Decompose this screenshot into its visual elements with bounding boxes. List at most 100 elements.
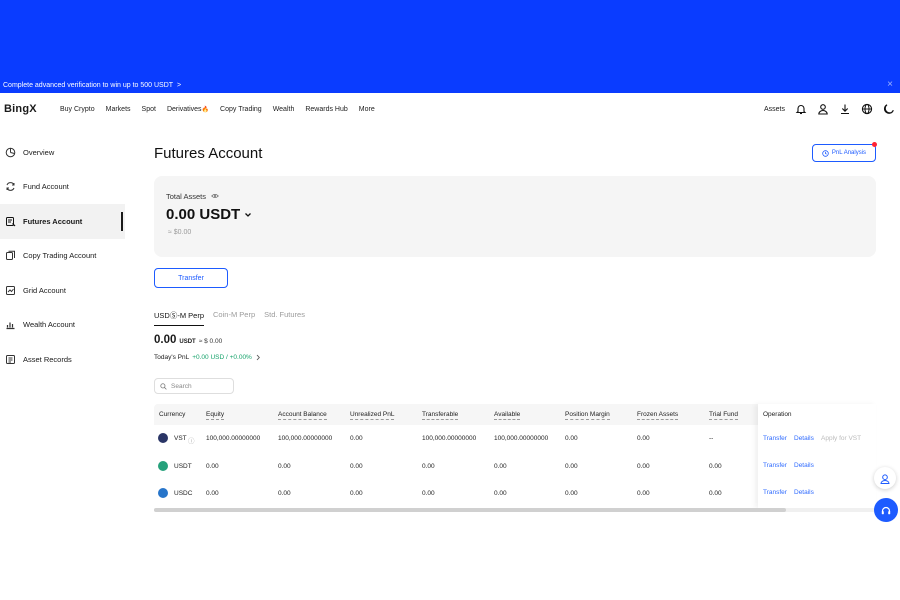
chart-icon — [5, 319, 16, 330]
currency-name: USDT — [174, 462, 192, 470]
currency-name: VST — [174, 435, 187, 442]
nav-rewards-hub[interactable]: Rewards Hub — [305, 106, 347, 113]
market-tabs: USDⓈ-M Perp Coin-M Perp Std. Futures — [154, 310, 305, 326]
sidebar-item-fund-account[interactable]: Fund Account — [0, 170, 125, 205]
fire-icon: 🔥 — [201, 106, 210, 113]
banner-close-icon[interactable]: × — [887, 79, 893, 90]
col-trial-fund: Trial Fund — [709, 411, 739, 420]
globe-icon[interactable] — [861, 103, 873, 115]
sidebar-item-futures-account[interactable]: Futures Account — [0, 204, 125, 239]
usdc-details-link[interactable]: Details — [794, 489, 814, 496]
top-navigation: BingX Buy Crypto Markets Spot Derivative… — [0, 93, 900, 125]
nav-derivatives-label[interactable]: Derivatives — [167, 106, 202, 113]
nav-spot[interactable]: Spot — [142, 106, 156, 113]
todays-pnl-value: +0.00 USD / +0.00% — [192, 354, 252, 361]
scrollbar-thumb[interactable] — [154, 508, 786, 512]
headset-icon — [880, 504, 892, 516]
banner-text[interactable]: Complete advanced verification to win up… — [3, 82, 173, 89]
nav-markets[interactable]: Markets — [106, 106, 131, 113]
bell-icon[interactable] — [795, 103, 807, 115]
usdt-details-link[interactable]: Details — [794, 462, 814, 469]
sidebar-item-asset-records[interactable]: Asset Records — [0, 342, 125, 377]
total-assets-amount: 0.00 — [166, 206, 196, 223]
tab-usds-m-perp[interactable]: USDⓈ-M Perp — [154, 310, 205, 326]
trial-fund-value: 0.00 — [709, 462, 722, 470]
currency-table: Currency Equity Account Balance Unrealiz… — [154, 404, 876, 512]
copy-icon — [5, 250, 16, 261]
equity-value: 0.00 — [206, 462, 219, 470]
verification-banner[interactable]: Complete advanced verification to win up… — [0, 77, 900, 93]
search-input[interactable]: Search — [154, 378, 234, 394]
info-icon[interactable]: ⓘ — [188, 435, 195, 445]
frozen-assets-value: 0.00 — [637, 462, 650, 470]
transfer-button[interactable]: Transfer — [154, 268, 228, 288]
clock-icon — [822, 149, 829, 157]
refresh-icon — [5, 181, 16, 192]
chevron-down-icon[interactable] — [244, 206, 252, 217]
futures-account-page: Complete advanced verification to win up… — [0, 0, 900, 600]
nav-derivatives[interactable]: Derivatives🔥 — [167, 106, 209, 113]
total-assets-card: Total Assets 0.00 USDT ≈ $0.00 — [154, 176, 876, 257]
account-balance-value: 100,000.00000000 — [278, 435, 333, 442]
pnl-analysis-button[interactable]: PnL Analysis — [812, 142, 877, 162]
available-value: 0.00 — [494, 490, 507, 497]
nav-buy-crypto[interactable]: Buy Crypto — [60, 106, 95, 113]
unrealized-pnl-value: 0.00 — [350, 490, 363, 497]
perp-balance: 0.00 USDT ≈ $ 0.00 — [154, 334, 222, 346]
position-margin-value: 0.00 — [565, 490, 578, 497]
vst-transfer-link[interactable]: Transfer — [763, 435, 787, 442]
usdt-transfer-link[interactable]: Transfer — [763, 462, 787, 469]
nav-wealth[interactable]: Wealth — [273, 106, 295, 113]
horizontal-scrollbar[interactable] — [154, 508, 876, 512]
total-assets-label-text: Total Assets — [166, 192, 207, 201]
customer-service-button[interactable] — [874, 498, 898, 522]
unrealized-pnl-value: 0.00 — [350, 435, 363, 442]
bingx-logo[interactable]: BingX — [4, 103, 54, 115]
frozen-assets-value: 0.00 — [637, 435, 650, 442]
col-currency: Currency — [159, 411, 186, 418]
tab-std-futures[interactable]: Std. Futures — [264, 310, 305, 326]
sidebar-item-copy-trading-account[interactable]: Copy Trading Account — [0, 239, 125, 274]
support-agent-button[interactable] — [874, 467, 896, 489]
nav-links: Buy Crypto Markets Spot Derivatives🔥 Cop… — [60, 106, 375, 113]
sidebar-item-grid-account[interactable]: Grid Account — [0, 273, 125, 308]
user-icon[interactable] — [817, 103, 829, 115]
sidebar-item-label: Wealth Account — [23, 320, 75, 330]
frozen-assets-value: 0.00 — [637, 490, 650, 497]
todays-pnl[interactable]: Today's PnL +0.00 USD / +0.00% — [154, 354, 261, 361]
equity-value: 0.00 — [206, 490, 219, 497]
eye-icon[interactable] — [211, 192, 220, 198]
usdc-coin-icon — [158, 488, 168, 498]
col-transferable: Transferable — [422, 411, 459, 420]
sidebar-item-overview[interactable]: Overview — [0, 135, 125, 170]
vst-details-link[interactable]: Details — [794, 435, 814, 442]
available-value: 0.00 — [494, 462, 507, 470]
pie-icon — [5, 147, 16, 158]
nav-copy-trading[interactable]: Copy Trading — [220, 106, 262, 113]
col-account-balance: Account Balance — [278, 411, 327, 420]
pnl-analysis-label: PnL Analysis — [831, 150, 867, 156]
transferable-value: 100,000.00000000 — [422, 435, 477, 442]
moon-icon[interactable] — [883, 103, 895, 115]
tab-coin-m-perp[interactable]: Coin-M Perp — [213, 310, 255, 326]
page-title: Futures Account — [154, 145, 263, 162]
total-assets-unit[interactable]: USDT — [199, 206, 240, 223]
account-balance-value: 0.00 — [278, 462, 291, 470]
perp-balance-unit: USDT — [179, 339, 196, 345]
sidebar-item-wealth-account[interactable]: Wealth Account — [0, 308, 125, 343]
nav-more[interactable]: More — [359, 106, 375, 113]
col-operation: Operation — [763, 411, 792, 418]
sidebar-item-label: Copy Trading Account — [23, 251, 97, 261]
apply-for-vst-link[interactable]: Apply for VST — [821, 435, 861, 442]
search-icon — [160, 382, 167, 390]
total-assets-label: Total Assets — [166, 192, 220, 201]
account-balance-value: 0.00 — [278, 490, 291, 497]
usdc-transfer-link[interactable]: Transfer — [763, 489, 787, 496]
banner-arrow[interactable]: > — [177, 82, 181, 89]
download-icon[interactable] — [839, 103, 851, 115]
available-value: 100,000.00000000 — [494, 435, 549, 442]
position-margin-value: 0.00 — [565, 462, 578, 470]
nav-assets[interactable]: Assets — [764, 106, 785, 113]
chevron-right-icon[interactable] — [255, 354, 261, 361]
grid-icon — [5, 285, 16, 296]
